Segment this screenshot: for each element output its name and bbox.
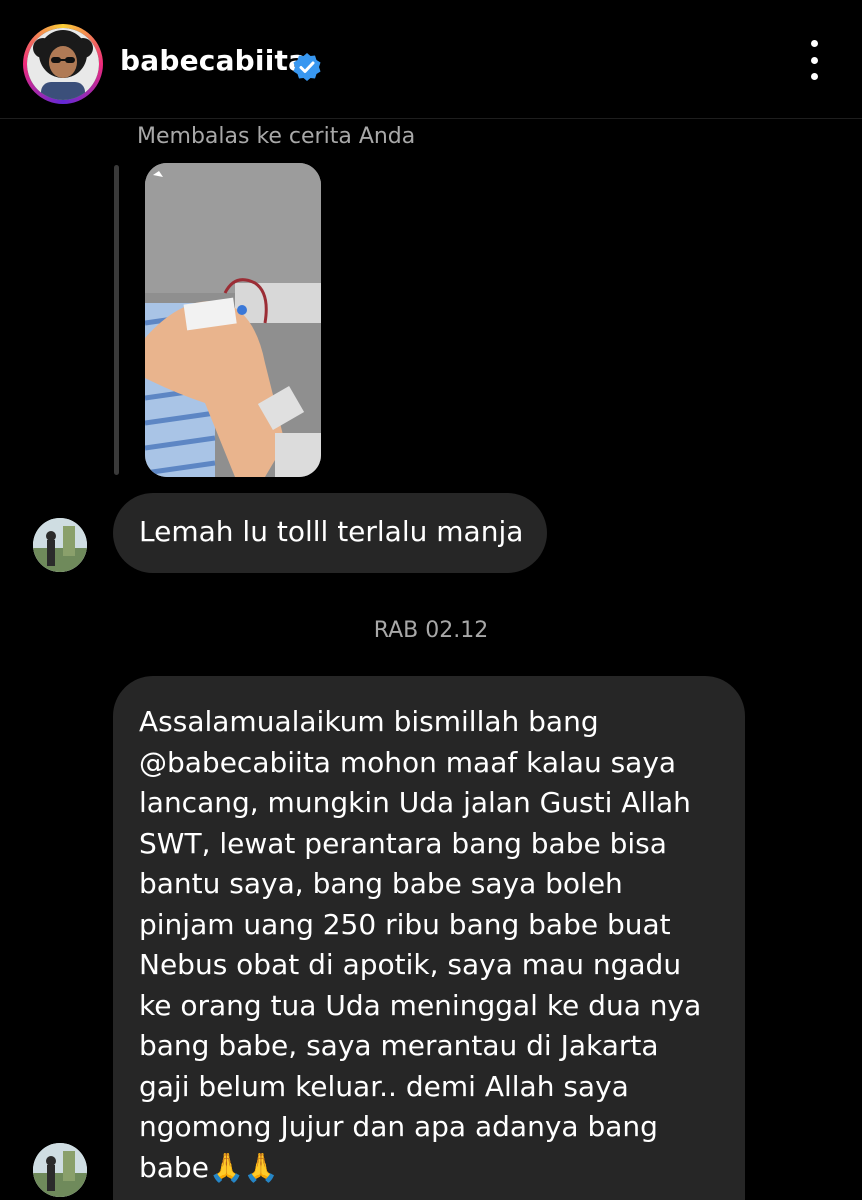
sender-avatar[interactable]: [33, 518, 87, 572]
message-line-last: babe🙏🙏: [139, 1148, 725, 1189]
chat-header: babecabiita: [0, 0, 862, 119]
message-line: gaji belum keluar.. demi Allah saya: [139, 1069, 629, 1103]
message-bubble[interactable]: Lemah lu tolll terlalu manja: [113, 493, 547, 573]
message-line: ke orang tua Uda meninggal ke dua nya: [139, 988, 702, 1022]
verified-badge-icon: [293, 53, 321, 81]
sender-avatar-image: [33, 1143, 87, 1197]
message-line: lancang, mungkin Uda jalan Gusti Allah: [139, 786, 691, 819]
message-line: bang babe, saya merantau di Jakarta: [139, 1029, 659, 1062]
message-bubble-long[interactable]: Assalamualaikum bismillah bang @babecabi…: [113, 676, 745, 1200]
sender-avatar-image: [33, 518, 87, 572]
message-line: bantu saya, bang babe saya boleh: [139, 867, 623, 900]
message-line-text: babe: [139, 1150, 209, 1184]
message-line: @babecabiita mohon maaf kalau saya: [139, 745, 677, 779]
story-thumbnail[interactable]: [145, 163, 321, 477]
praying-hands-emoji: 🙏🙏: [208, 1150, 279, 1184]
message-line: Assalamualaikum bismillah bang: [139, 705, 599, 738]
profile-avatar[interactable]: [27, 28, 99, 100]
message-line: pinjam uang 250 ribu bang babe buat: [139, 907, 671, 941]
message-line: Nebus obat di apotik, saya mau ngadu: [139, 948, 682, 981]
sender-avatar[interactable]: [33, 1143, 87, 1197]
profile-avatar-story-ring[interactable]: [23, 24, 103, 104]
reply-indicator-bar: [114, 165, 119, 475]
avatar-image: [27, 28, 99, 100]
story-reply-label: Membalas ke cerita Anda: [137, 124, 416, 149]
story-image: [145, 163, 321, 477]
more-vertical-icon[interactable]: [802, 40, 826, 80]
username[interactable]: babecabiita: [120, 44, 307, 77]
message-text: Lemah lu tolll terlalu manja: [139, 515, 524, 548]
message-timestamp: RAB 02.12: [373, 618, 489, 643]
message-line: SWT, lewat perantara bang babe bisa: [139, 826, 667, 860]
message-line: ngomong Jujur dan apa adanya bang: [139, 1110, 658, 1143]
